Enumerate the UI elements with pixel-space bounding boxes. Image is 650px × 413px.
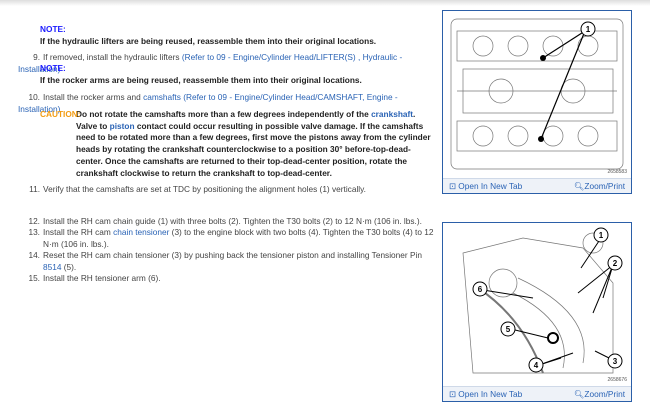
caution-label: CAUTION: [40,109,81,119]
step-text: If removed, install the hydraulic lifter… [43,52,182,62]
caution-block: CAUTION: Do not rotate the camshafts mor… [40,109,435,179]
piston-link[interactable]: piston [110,121,135,131]
step-11: 11. Verify that the camshafts are set at … [18,184,438,196]
callout-3: 3 [613,357,618,366]
cam-chain-illustration[interactable]: 1 2 3 4 5 6 [443,223,631,386]
step-number: 13. [28,227,40,237]
magnifier-icon: 🔍︎ [573,180,585,191]
zoom-label: Zoom/Print [584,180,625,191]
zoom-label: Zoom/Print [584,388,625,399]
camshaft-illustration[interactable]: 1 [443,11,631,178]
zoom-print-button[interactable]: 🔍︎Zoom/Print [574,181,625,192]
step-text: Install the RH tensioner arm (6). [43,273,161,283]
step-text: Install the rocker arms and [43,92,144,102]
figure-id: 2658583 [607,169,627,175]
open-in-new-tab-button[interactable]: ⊡ Open In New Tab [449,389,522,399]
callout-2: 2 [613,259,618,268]
tensioner-pin-link[interactable]: 8514 [43,262,61,272]
step-number: 12. [28,216,40,226]
chain-tensioner-link[interactable]: chain tensioner [113,227,169,237]
step-14: 14. Reset the RH cam chain tensioner (3) … [18,250,438,273]
zoom-print-button[interactable]: 🔍︎Zoom/Print [574,389,625,400]
note-rocker-arms: NOTE: If the rocker arms are being reuse… [40,63,362,86]
step-number: 11. [29,184,40,194]
step-text: (5). [61,261,77,272]
open-label: Open In New Tab [458,389,523,399]
camshafts-link[interactable]: camshafts [143,92,181,102]
top-shadow [0,0,650,6]
caution-text: Do not rotate the camshafts more than a … [76,109,372,119]
figure-id: 2658676 [607,377,627,383]
new-tab-icon: ⊡ [449,181,459,191]
step-number: 10. [28,92,40,102]
figure-camshaft-alignment: 1 2658583 ⊡ Open In New Tab 🔍︎Zoom/Print [442,10,632,194]
callout-5: 5 [506,325,511,334]
callout-6: 6 [478,285,483,294]
note-text: If the rocker arms are being reused, rea… [40,74,362,85]
step-13: 13. Install the RH cam chain tensioner (3… [18,227,438,250]
step-text: Verify that the camshafts are set at TDC… [43,184,366,194]
step-number: 9. [33,52,40,62]
note-lifters: NOTE: If the hydraulic lifters are being… [40,24,376,47]
step-number: 14. [28,250,40,260]
figure-cam-chain: 1 2 3 4 5 6 2658676 ⊡ Open In New Tab 🔍︎… [442,222,632,402]
note-label: NOTE: [40,24,66,34]
magnifier-icon: 🔍︎ [573,388,585,399]
step-number: 15. [28,273,40,283]
note-label: NOTE: [40,63,66,73]
step-text: Install the RH cam chain guide (1) with … [43,216,422,226]
callout-1: 1 [586,25,591,34]
step-12: 12. Install the RH cam chain guide (1) wi… [18,216,438,228]
crankshaft-link[interactable]: crankshaft [371,109,413,119]
open-in-new-tab-button[interactable]: ⊡ Open In New Tab [449,181,522,191]
step-15: 15. Install the RH tensioner arm (6). [18,273,438,285]
note-text: If the hydraulic lifters are being reuse… [40,35,377,46]
callout-4: 4 [534,361,539,370]
step-text: Install the RH cam [43,227,114,237]
open-label: Open In New Tab [458,181,523,191]
step-text: Reset the RH cam chain tensioner (3) by … [43,250,422,260]
callout-1: 1 [599,231,604,240]
new-tab-icon: ⊡ [449,389,459,399]
